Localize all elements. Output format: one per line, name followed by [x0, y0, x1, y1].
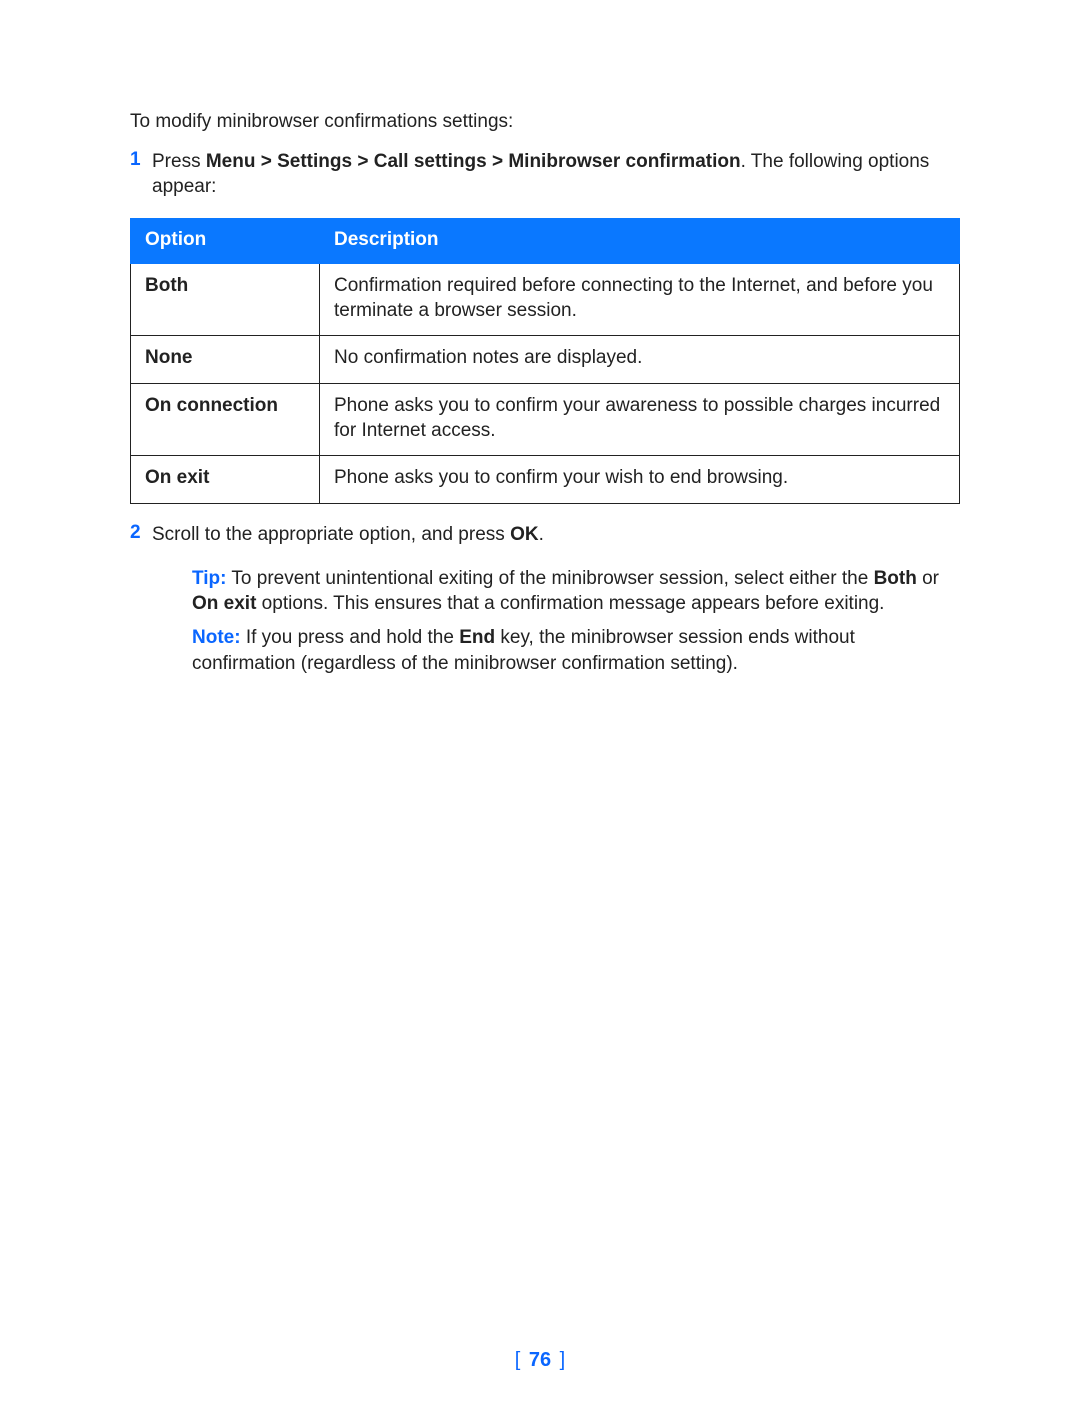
- tip-block: Tip: To prevent unintentional exiting of…: [192, 566, 960, 617]
- page-footer: [ 76 ]: [0, 1349, 1080, 1372]
- footer-rb: ]: [554, 1349, 565, 1371]
- option-description: No confirmation notes are displayed.: [320, 336, 960, 384]
- step-2: 2 Scroll to the appropriate option, and …: [130, 522, 960, 548]
- header-description: Description: [320, 218, 960, 263]
- table-header-row: Option Description: [131, 218, 960, 263]
- step-1-body: Press Menu > Settings > Call settings > …: [152, 149, 960, 200]
- option-name: Both: [131, 263, 320, 335]
- tip-label: Tip:: [192, 568, 226, 589]
- intro-text: To modify minibrowser confirmations sett…: [130, 109, 960, 135]
- tip-b: or: [917, 568, 939, 589]
- option-description: Phone asks you to confirm your wish to e…: [320, 456, 960, 504]
- table-row: None No confirmation notes are displayed…: [131, 336, 960, 384]
- step1-prefix: Press: [152, 151, 206, 172]
- table-row: On exit Phone asks you to confirm your w…: [131, 456, 960, 504]
- menu-path: Menu > Settings > Call settings > Minibr…: [206, 151, 741, 172]
- tip-opt-onexit: On exit: [192, 593, 256, 614]
- note-label: Note:: [192, 627, 241, 648]
- option-description: Confirmation required before connecting …: [320, 263, 960, 335]
- option-name: None: [131, 336, 320, 384]
- table-row: Both Confirmation required before connec…: [131, 263, 960, 335]
- header-option: Option: [131, 218, 320, 263]
- options-table: Option Description Both Confirmation req…: [130, 218, 960, 504]
- option-description: Phone asks you to confirm your awareness…: [320, 383, 960, 455]
- page-number: 76: [526, 1349, 554, 1371]
- step-number: 1: [130, 149, 152, 171]
- option-name: On connection: [131, 383, 320, 455]
- step-number: 2: [130, 522, 152, 544]
- table-row: On connection Phone asks you to confirm …: [131, 383, 960, 455]
- step-2-body: Scroll to the appropriate option, and pr…: [152, 522, 544, 548]
- tip-c: options. This ensures that a confirmatio…: [256, 593, 884, 614]
- tip-opt-both: Both: [874, 568, 917, 589]
- note-block: Note: If you press and hold the End key,…: [192, 625, 960, 676]
- manual-page: To modify minibrowser confirmations sett…: [0, 0, 1080, 1412]
- step-1: 1 Press Menu > Settings > Call settings …: [130, 149, 960, 200]
- step2-c: .: [539, 524, 544, 545]
- step2-a: Scroll to the appropriate option, and pr…: [152, 524, 510, 545]
- step2-key: OK: [510, 524, 539, 545]
- footer-lb: [: [515, 1349, 526, 1371]
- tip-a: To prevent unintentional exiting of the …: [226, 568, 873, 589]
- note-a: If you press and hold the: [241, 627, 460, 648]
- option-name: On exit: [131, 456, 320, 504]
- note-key: End: [459, 627, 495, 648]
